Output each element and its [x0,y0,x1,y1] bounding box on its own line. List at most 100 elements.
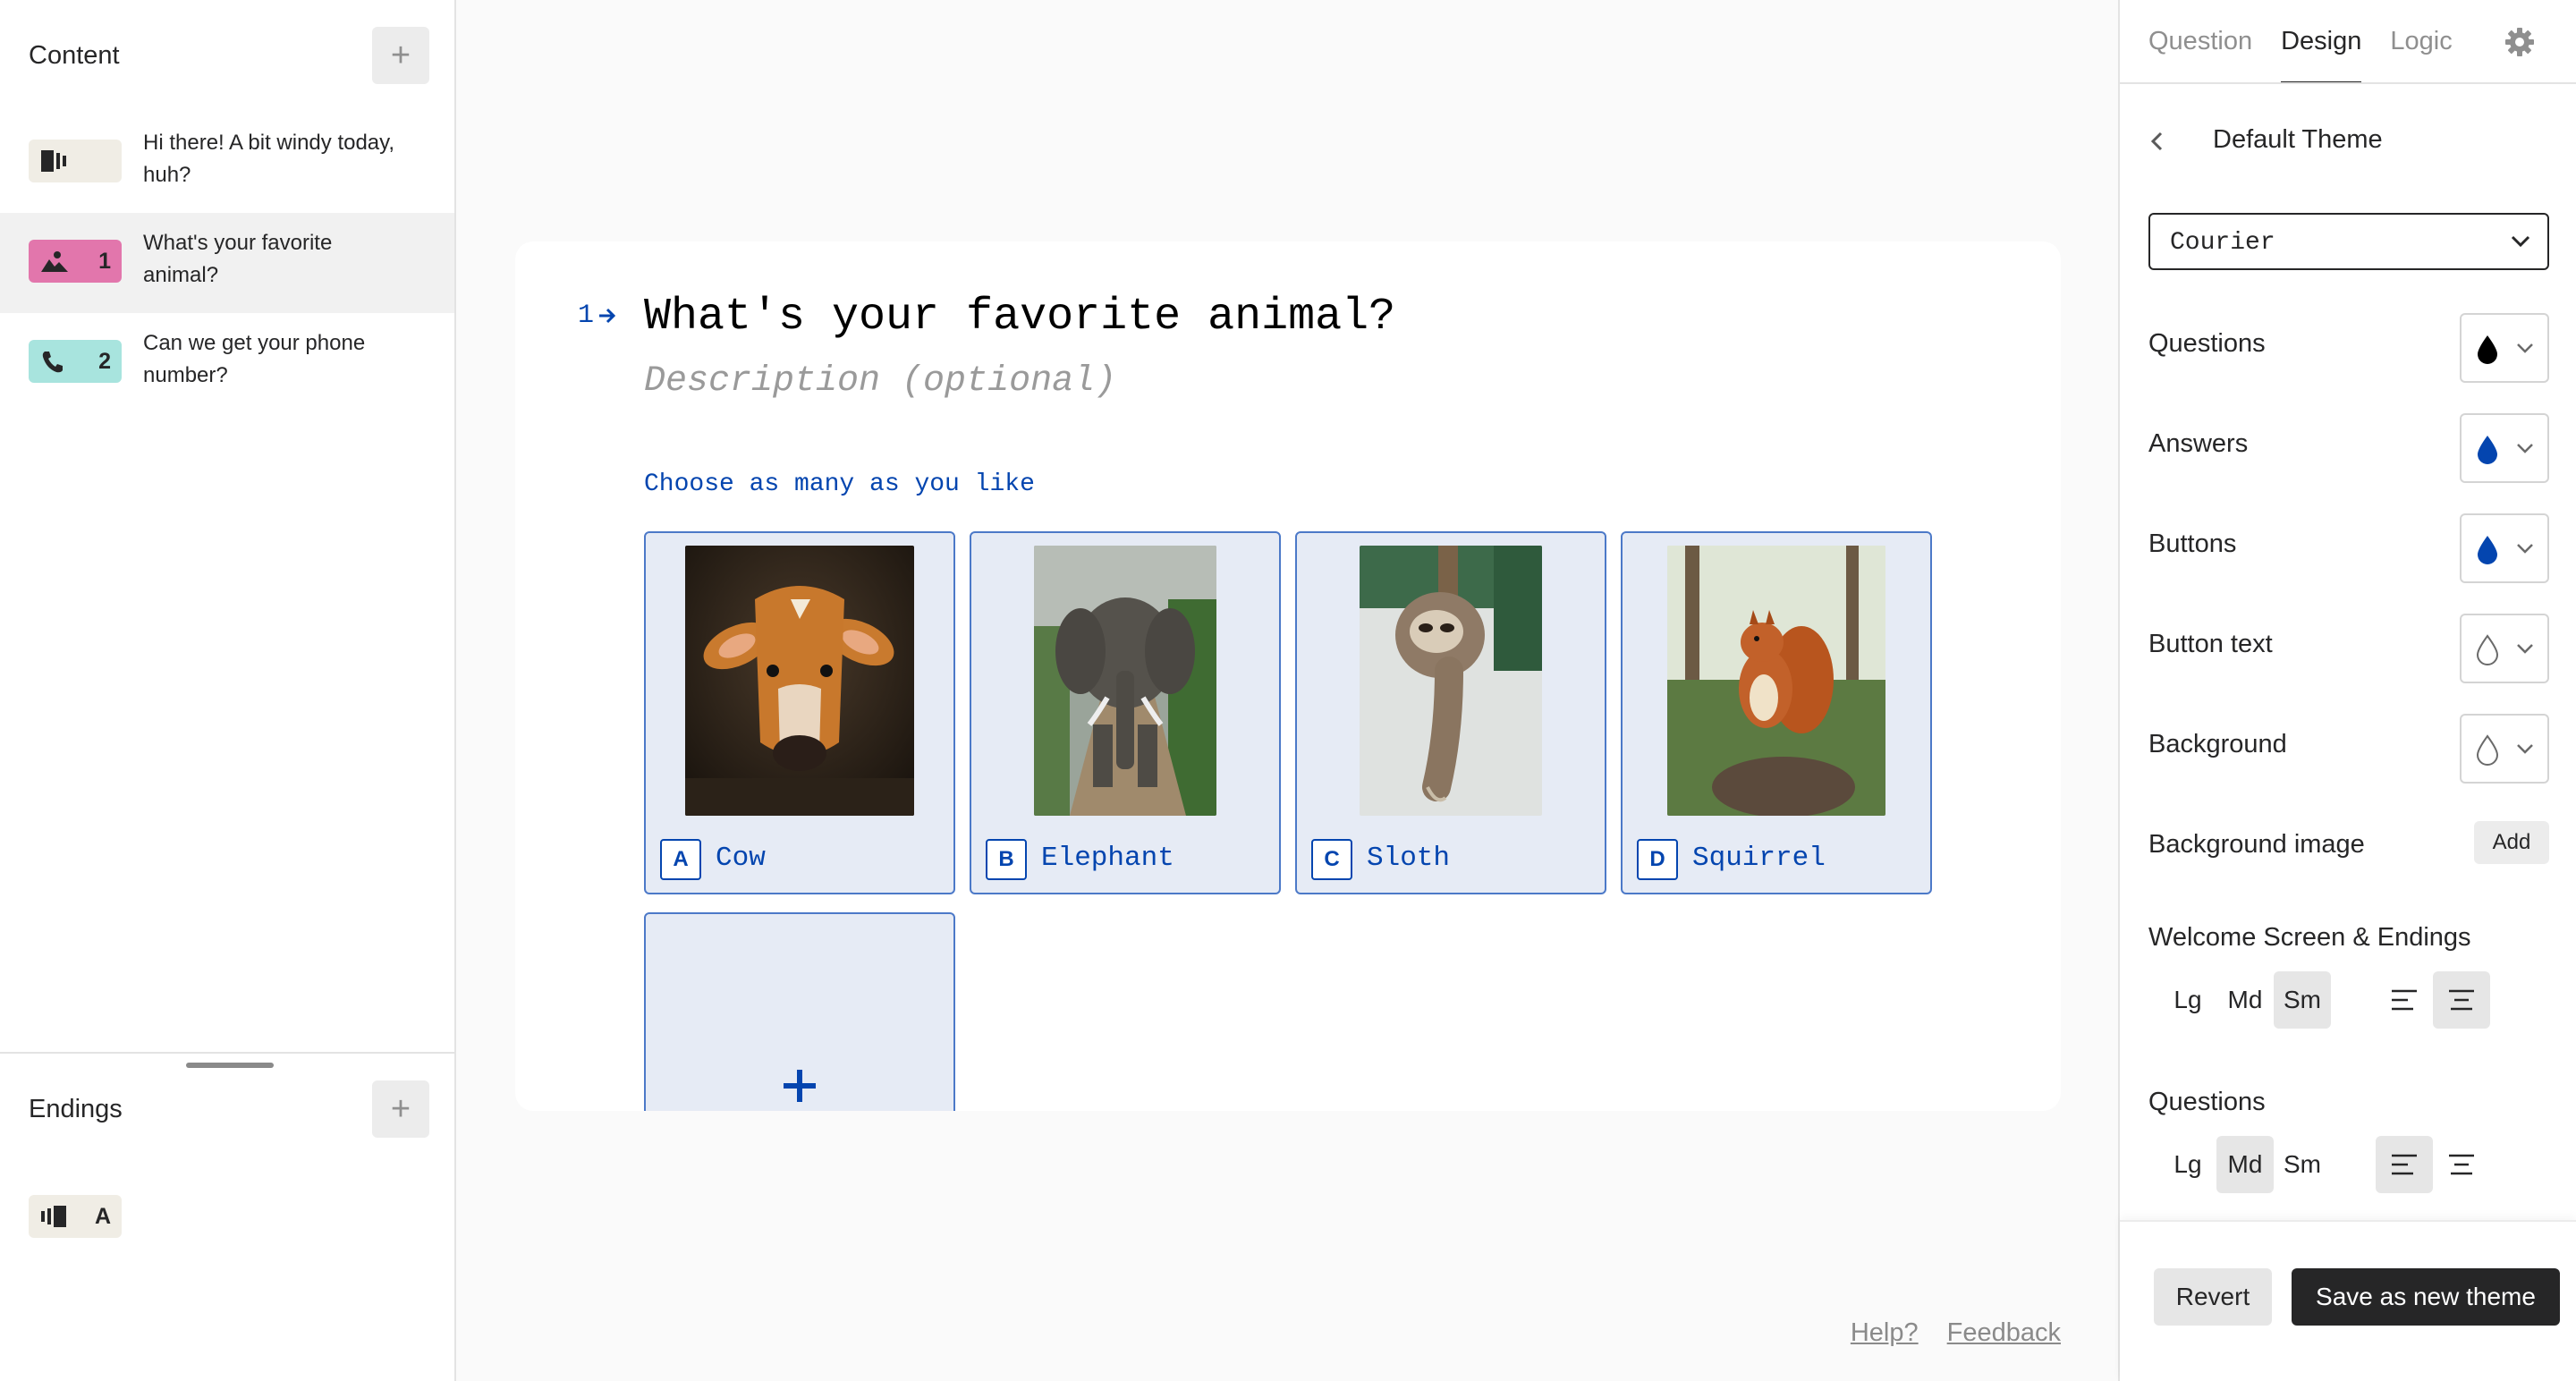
question-badge: 2 [29,340,122,383]
questions-size-md[interactable]: Md [2216,1136,2274,1193]
list-item-text: Can we get your phone number? [143,331,366,387]
color-label-answers: Answers [2148,429,2249,458]
choice-key: C [1311,839,1352,880]
selection-hint: Choose as many as you like [644,470,1035,498]
question-title[interactable]: What's your favorite animal? [644,292,1395,343]
content-heading: Content [29,41,120,70]
chevron-down-icon [2517,444,2533,453]
welcome-size-lg[interactable]: Lg [2159,971,2216,1029]
questions-size-sm[interactable]: Sm [2274,1136,2331,1193]
choice-card-d[interactable]: D Squirrel [1621,531,1932,894]
add-ending-button[interactable]: + [372,1080,429,1138]
color-drop-icon [2476,734,2499,766]
font-select[interactable]: Courier [2148,213,2549,270]
panel-tabs: Question Design Logic [2148,0,2453,84]
color-picker-background[interactable] [2460,714,2549,784]
choice-key: D [1637,839,1678,880]
chevron-down-icon [2517,644,2533,654]
choice-card-c[interactable]: C Sloth [1295,531,1606,894]
welcome-size-options: Lg Md Sm [2159,971,2331,1029]
resize-handle[interactable] [186,1063,274,1068]
choice-label[interactable]: Sloth [1367,843,1450,874]
gear-icon[interactable] [2504,27,2535,57]
question-number: 2 [98,349,111,374]
welcome-screen-badge [29,140,122,182]
welcome-align-center[interactable] [2433,971,2490,1029]
list-item-welcome[interactable]: Hi there! A bit windy today, huh? [0,113,454,213]
questions-size-options: Lg Md Sm [2159,1136,2331,1193]
feedback-link[interactable]: Feedback [1947,1318,2061,1348]
choice-card-a[interactable]: A Cow [644,531,955,894]
choice-key: A [660,839,701,880]
color-picker-buttons[interactable] [2460,513,2549,583]
help-link[interactable]: Help? [1851,1318,1919,1348]
divider [0,1052,454,1054]
add-choice-button[interactable] [644,912,955,1111]
list-item-question-2[interactable]: 2 Can we get your phone number? [0,313,454,413]
questions-layout-heading: Questions [2148,1088,2266,1116]
questions-align-left[interactable] [2376,1136,2433,1193]
align-center-icon [2449,1154,2474,1175]
choice-label[interactable]: Cow [716,843,766,874]
questions-align-center[interactable] [2433,1136,2490,1193]
ending-badge: A [29,1195,122,1238]
list-item-ending-a[interactable]: A [0,1168,454,1268]
questions-size-lg[interactable]: Lg [2159,1136,2216,1193]
add-background-image-button[interactable]: Add [2474,821,2549,864]
tab-question[interactable]: Question [2148,0,2252,84]
welcome-align-options [2376,971,2490,1029]
color-label-questions: Questions [2148,329,2266,358]
welcome-align-left[interactable] [2376,971,2433,1029]
question-badge: 1 [29,240,122,283]
color-label-background: Background [2148,730,2287,758]
color-label-button-text: Button text [2148,630,2273,658]
save-as-new-theme-button[interactable]: Save as new theme [2292,1268,2560,1326]
tab-design[interactable]: Design [2281,0,2362,84]
revert-button[interactable]: Revert [2154,1268,2272,1326]
sloth-image [1360,546,1542,816]
choice-key: B [986,839,1027,880]
elephant-image [1034,546,1216,816]
choice-label[interactable]: Squirrel [1692,843,1826,874]
list-item-text: What's your favorite animal? [143,231,333,287]
chevron-down-icon [2517,544,2533,554]
tab-logic[interactable]: Logic [2390,0,2452,84]
plus-icon: + [390,1089,411,1128]
question-number: 1 [98,249,111,274]
align-left-icon [2392,989,2417,1011]
picture-choice-icon [41,251,68,272]
welcome-size-sm[interactable]: Sm [2274,971,2331,1029]
endings-heading: Endings [29,1095,123,1123]
chevron-down-icon [2517,343,2533,353]
squirrel-image [1667,546,1885,816]
list-item-question-1[interactable]: 1 What's your favorite animal? [0,213,454,313]
add-content-button[interactable]: + [372,27,429,84]
background-image-label: Background image [2148,830,2365,859]
color-picker-button-text[interactable] [2460,614,2549,683]
align-left-icon [2392,1154,2417,1175]
color-drop-icon [2476,634,2499,665]
ending-screen-icon [41,1206,66,1227]
plus-icon [784,1070,816,1102]
chevron-left-icon[interactable] [2145,129,2170,154]
color-picker-answers[interactable] [2460,413,2549,483]
chevron-down-icon [2511,235,2530,248]
theme-name: Default Theme [2213,125,2383,154]
choice-card-b[interactable]: B Elephant [970,531,1281,894]
color-drop-icon [2478,536,2497,564]
phone-icon [42,352,63,373]
list-item-text: Hi there! A bit windy today, huh? [143,131,395,187]
question-number-indicator: 1 [578,301,617,331]
color-drop-icon [2478,335,2497,364]
footer-links: Help? Feedback [1851,1318,2061,1348]
color-picker-questions[interactable] [2460,313,2549,383]
question-description-input[interactable]: Description (optional) [644,361,1116,402]
color-label-buttons: Buttons [2148,530,2237,558]
chevron-down-icon [2517,744,2533,754]
choice-label[interactable]: Elephant [1041,843,1174,874]
theme-actions-bar: Revert Save as new theme [2120,1220,2576,1381]
color-drop-icon [2478,436,2497,464]
welcome-size-md[interactable]: Md [2216,971,2274,1029]
question-number: 1 [578,301,595,331]
questions-align-options [2376,1136,2490,1193]
